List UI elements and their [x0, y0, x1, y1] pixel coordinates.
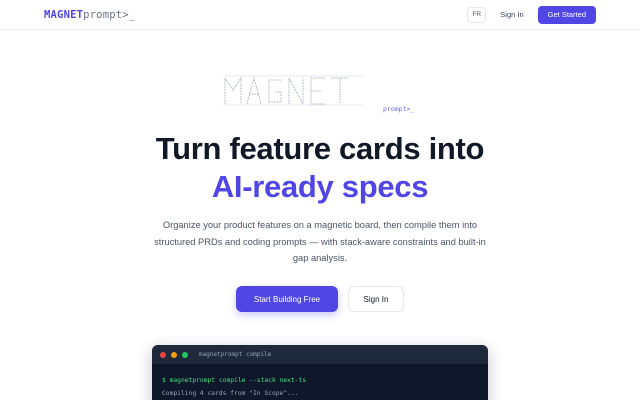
- logo-primary: MAGNET: [44, 8, 84, 21]
- hero-title-accent: AI-ready specs: [211, 169, 429, 204]
- terminal-titlebar: magnetprompt compile: [152, 345, 488, 364]
- hero-signin-button[interactable]: Sign In: [348, 286, 404, 312]
- terminal-preview: magnetprompt compile $ magnetprompt comp…: [152, 345, 488, 400]
- terminal-title: magnetprompt compile: [199, 351, 272, 358]
- hero-ascii-logo: prompt>_: [223, 74, 423, 114]
- nav-actions: FR Sign In Get Started: [467, 5, 596, 24]
- start-building-button[interactable]: Start Building Free: [236, 286, 338, 312]
- terminal-command: $ magnetprompt compile --stack next-ts: [162, 377, 307, 384]
- get-started-button[interactable]: Get Started: [537, 5, 596, 24]
- terminal-output: Compiling 4 cards from "In Scope"...: [162, 389, 299, 397]
- nav-signin-link[interactable]: Sign In: [494, 10, 529, 19]
- language-toggle-button[interactable]: FR: [467, 6, 487, 23]
- minimize-dot-icon: [171, 351, 177, 358]
- hero-title: Turn feature cards into: [155, 131, 485, 166]
- brand-logo[interactable]: MAGNETprompt>_: [44, 9, 135, 21]
- ascii-prompt-tag: prompt>_: [383, 105, 415, 113]
- top-nav: MAGNETprompt>_ FR Sign In Get Started: [0, 0, 640, 30]
- maximize-dot-icon: [182, 351, 188, 358]
- hero-cta-row: Start Building Free Sign In: [0, 286, 640, 312]
- ascii-magnet-wordmark: [223, 75, 363, 106]
- logo-secondary: prompt>_: [83, 8, 136, 21]
- hero-subtitle: Organize your product features on a magn…: [154, 220, 486, 263]
- terminal-body: $ magnetprompt compile --stack next-ts C…: [152, 364, 488, 400]
- close-dot-icon: [160, 351, 166, 358]
